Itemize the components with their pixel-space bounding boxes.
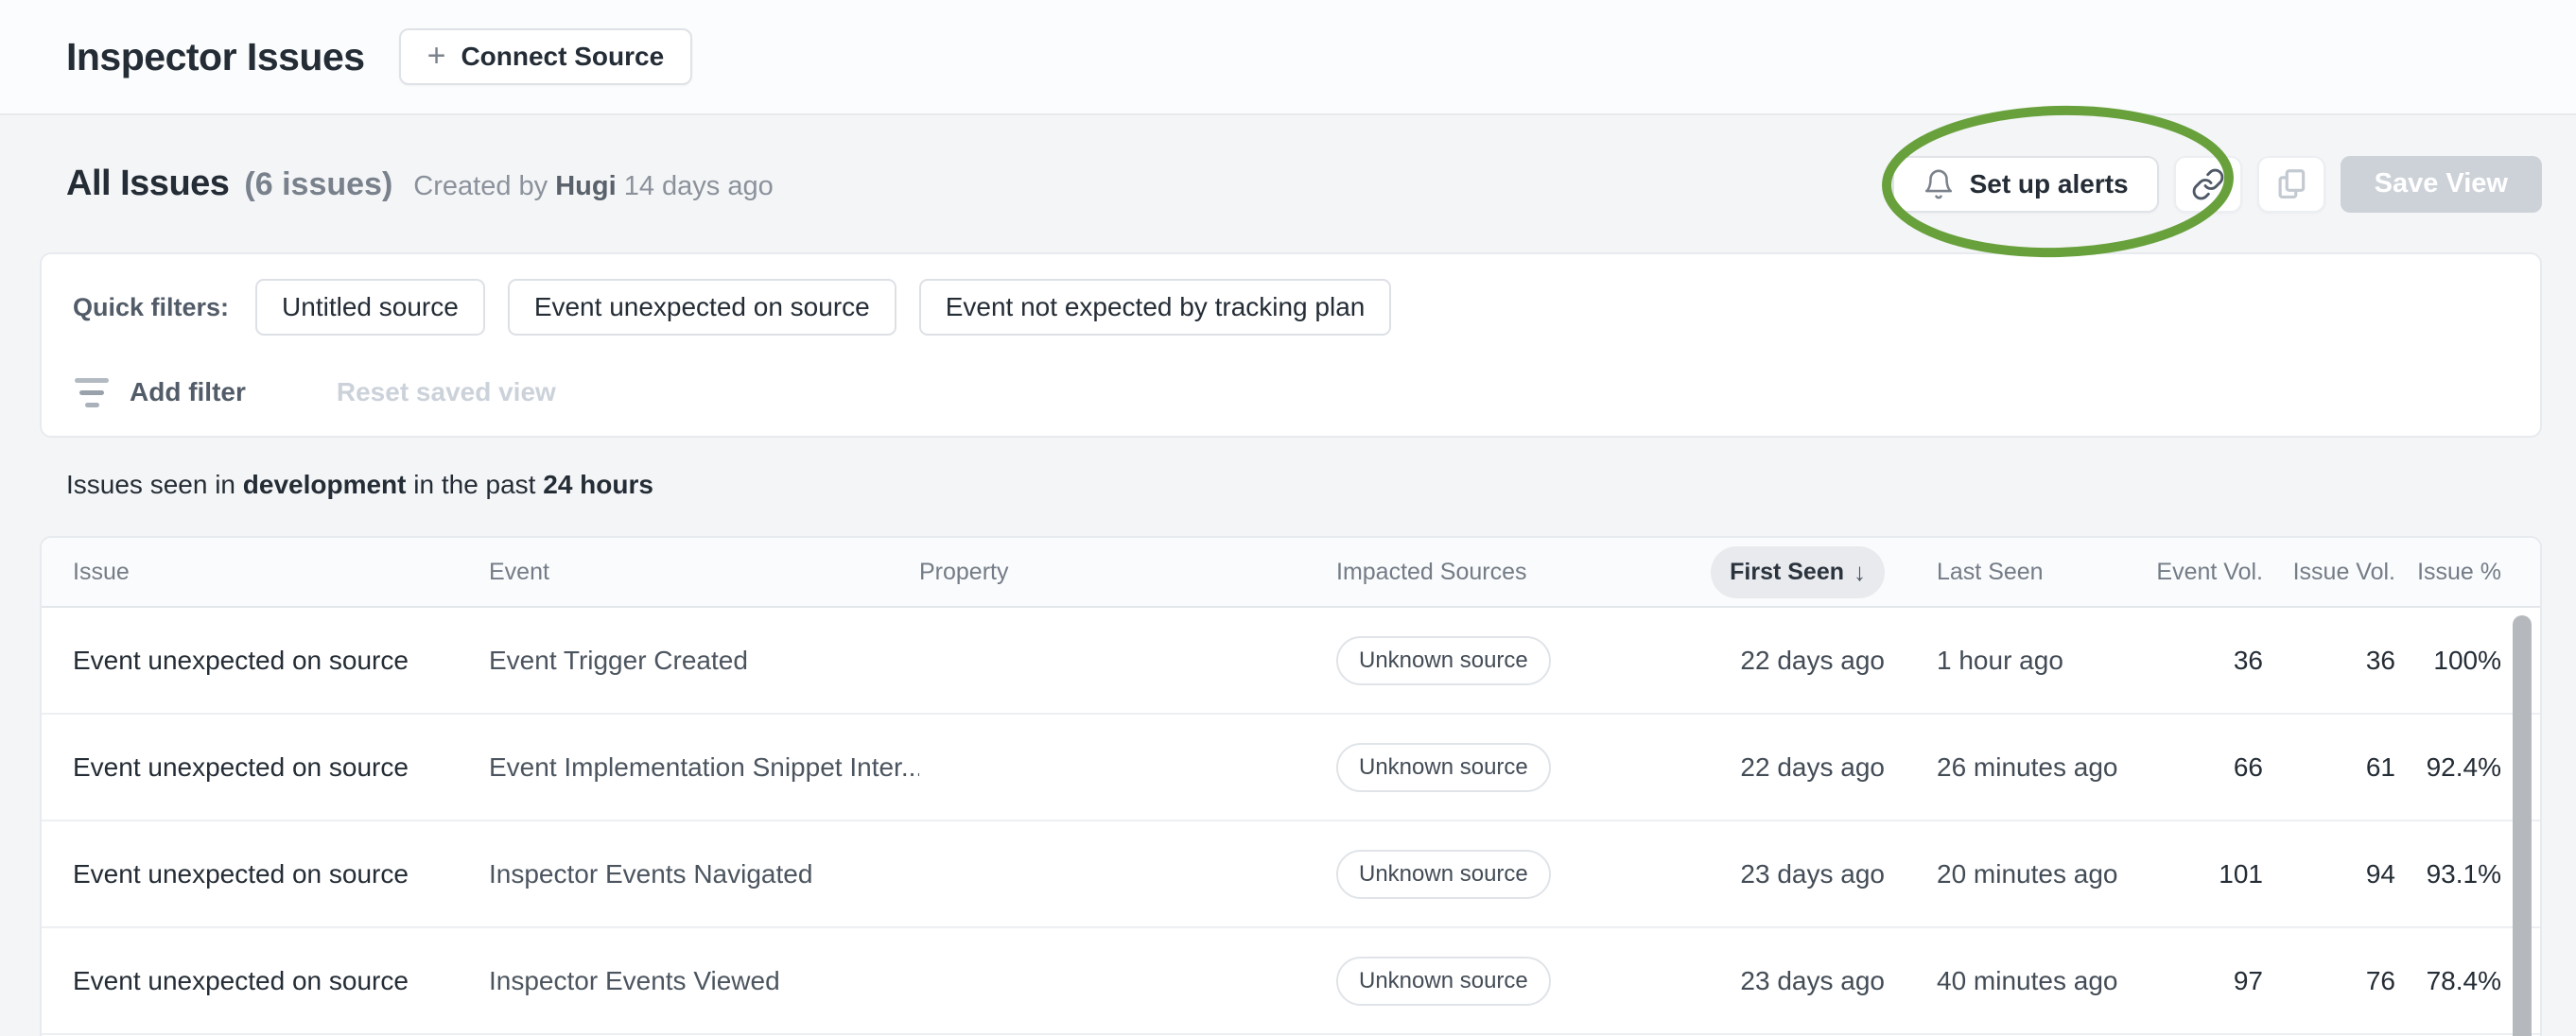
connect-source-button[interactable]: + Connect Source [398,28,693,85]
quick-filter-event-unexpected[interactable]: Event unexpected on source [507,279,896,336]
table-row[interactable]: Event unexpected on source Event Trigger… [42,608,2540,715]
save-view-button[interactable]: Save View [2340,155,2542,213]
cell-issue: Event unexpected on source [73,645,409,675]
summary-environment: development [242,470,407,499]
save-view-label: Save View [2374,168,2508,199]
created-by-text: Created by Hugi 14 days ago [413,171,773,202]
add-filter-button[interactable]: Add filter [130,377,246,407]
view-title-group: All Issues (6 issues) Created by Hugi 14… [66,164,774,204]
set-up-alerts-button[interactable]: Set up alerts [1891,155,2159,213]
table-scrollbar[interactable] [2512,612,2532,1036]
source-badge: Unknown source [1336,635,1551,685]
cell-first-seen: 23 days ago [1740,965,1885,995]
cell-last-seen: 40 minutes ago [1937,965,2118,995]
quick-filter-untitled-source[interactable]: Untitled source [255,279,485,336]
first-seen-sort-button[interactable]: First Seen ↓ [1711,545,1885,598]
set-up-alerts-label: Set up alerts [1969,168,2129,199]
view-bar: All Issues (6 issues) Created by Hugi 14… [0,115,2576,252]
cell-first-seen: 23 days ago [1740,858,1885,889]
source-badge: Unknown source [1336,956,1551,1006]
cell-event-vol: 36 [2233,645,2263,675]
cell-issue-vol: 61 [2365,751,2395,782]
column-header-event-vol[interactable]: Event Vol. [2131,559,2263,586]
cell-issue-vol: 76 [2365,965,2395,995]
quick-filters-label: Quick filters: [73,292,230,321]
creator-name: Hugi [555,171,617,201]
source-badge: Unknown source [1336,742,1551,792]
cell-event-vol: 101 [2219,858,2263,889]
plus-icon: + [426,37,446,74]
top-bar: Inspector Issues + Connect Source [0,0,2576,115]
cell-impacted-sources: Unknown source [1336,635,1629,685]
cell-issue-pct: 78.4% [2426,965,2501,995]
column-header-issue-pct[interactable]: Issue % [2395,559,2501,586]
cell-event: Event Trigger Created [489,645,748,675]
cell-event-vol: 97 [2233,965,2263,995]
inspector-issues-page: Inspector Issues + Connect Source All Is… [0,0,2576,1036]
cell-event: Inspector Events Viewed [489,965,780,995]
filters-card: Quick filters: Untitled source Event une… [40,252,2542,438]
cell-last-seen: 20 minutes ago [1937,858,2118,889]
cell-issue-pct: 100% [2433,645,2501,675]
cell-last-seen: 26 minutes ago [1937,751,2118,782]
filter-icon [73,377,111,407]
cell-issue: Event unexpected on source [73,858,409,889]
cell-issue: Event unexpected on source [73,751,409,782]
issues-table: Issue Event Property Impacted Sources Fi… [40,536,2542,1036]
quick-filters-row: Quick filters: Untitled source Event une… [73,279,2509,336]
table-header-row: Issue Event Property Impacted Sources Fi… [42,538,2540,608]
page-title: Inspector Issues [66,34,365,78]
view-actions: Set up alerts Save View [1891,155,2542,213]
first-seen-label: First Seen [1730,558,1844,585]
quick-filter-not-expected-tracking-plan[interactable]: Event not expected by tracking plan [918,279,1392,336]
summary-prefix: Issues seen in [66,470,235,499]
column-header-issue-vol[interactable]: Issue Vol. [2263,559,2395,586]
cell-impacted-sources: Unknown source [1336,956,1629,1006]
reset-saved-view-button[interactable]: Reset saved view [337,377,556,407]
link-icon [2191,167,2225,201]
created-when: 14 days ago [623,171,774,201]
table-row[interactable]: Event unexpected on source Inspector Eve… [42,821,2540,928]
cell-event: Event Implementation Snippet Inter... [489,751,919,782]
cell-issue-vol: 36 [2365,645,2395,675]
issue-count: (6 issues) [244,166,393,202]
cell-event-vol: 66 [2233,751,2263,782]
source-badge: Unknown source [1336,849,1551,899]
column-header-first-seen: First Seen ↓ [1629,545,1885,598]
scrollbar-thumb[interactable] [2513,615,2532,1036]
created-by-prefix: Created by [413,171,548,201]
table-row[interactable]: Event unexpected on source Inspector Eve… [42,928,2540,1035]
duplicate-view-button[interactable] [2256,155,2325,213]
column-header-issue[interactable]: Issue [73,559,489,586]
copy-icon [2273,166,2309,202]
table-row[interactable]: Event unexpected on source Event Impleme… [42,715,2540,821]
cell-issue-vol: 94 [2365,858,2395,889]
copy-link-button[interactable] [2173,155,2242,213]
column-header-event[interactable]: Event [489,559,919,586]
sort-desc-icon: ↓ [1854,557,1866,586]
summary-middle: in the past [413,470,536,499]
add-filter-row: Add filter Reset saved view [73,364,2509,421]
issues-summary: Issues seen in development in the past 2… [66,470,653,500]
summary-time-range: 24 hours [543,470,653,499]
cell-last-seen: 1 hour ago [1937,645,2063,675]
cell-issue-pct: 92.4% [2426,751,2501,782]
column-header-impacted-sources[interactable]: Impacted Sources [1336,559,1629,586]
bell-icon [1923,168,1955,200]
column-header-property[interactable]: Property [919,559,1336,586]
cell-first-seen: 22 days ago [1740,751,1885,782]
cell-first-seen: 22 days ago [1740,645,1885,675]
connect-source-label: Connect Source [461,42,665,71]
cell-event: Inspector Events Navigated [489,858,813,889]
view-title: All Issues [66,164,230,203]
cell-impacted-sources: Unknown source [1336,742,1629,792]
cell-impacted-sources: Unknown source [1336,849,1629,899]
column-header-last-seen[interactable]: Last Seen [1885,559,2131,586]
cell-issue-pct: 93.1% [2426,858,2501,889]
cell-issue: Event unexpected on source [73,965,409,995]
